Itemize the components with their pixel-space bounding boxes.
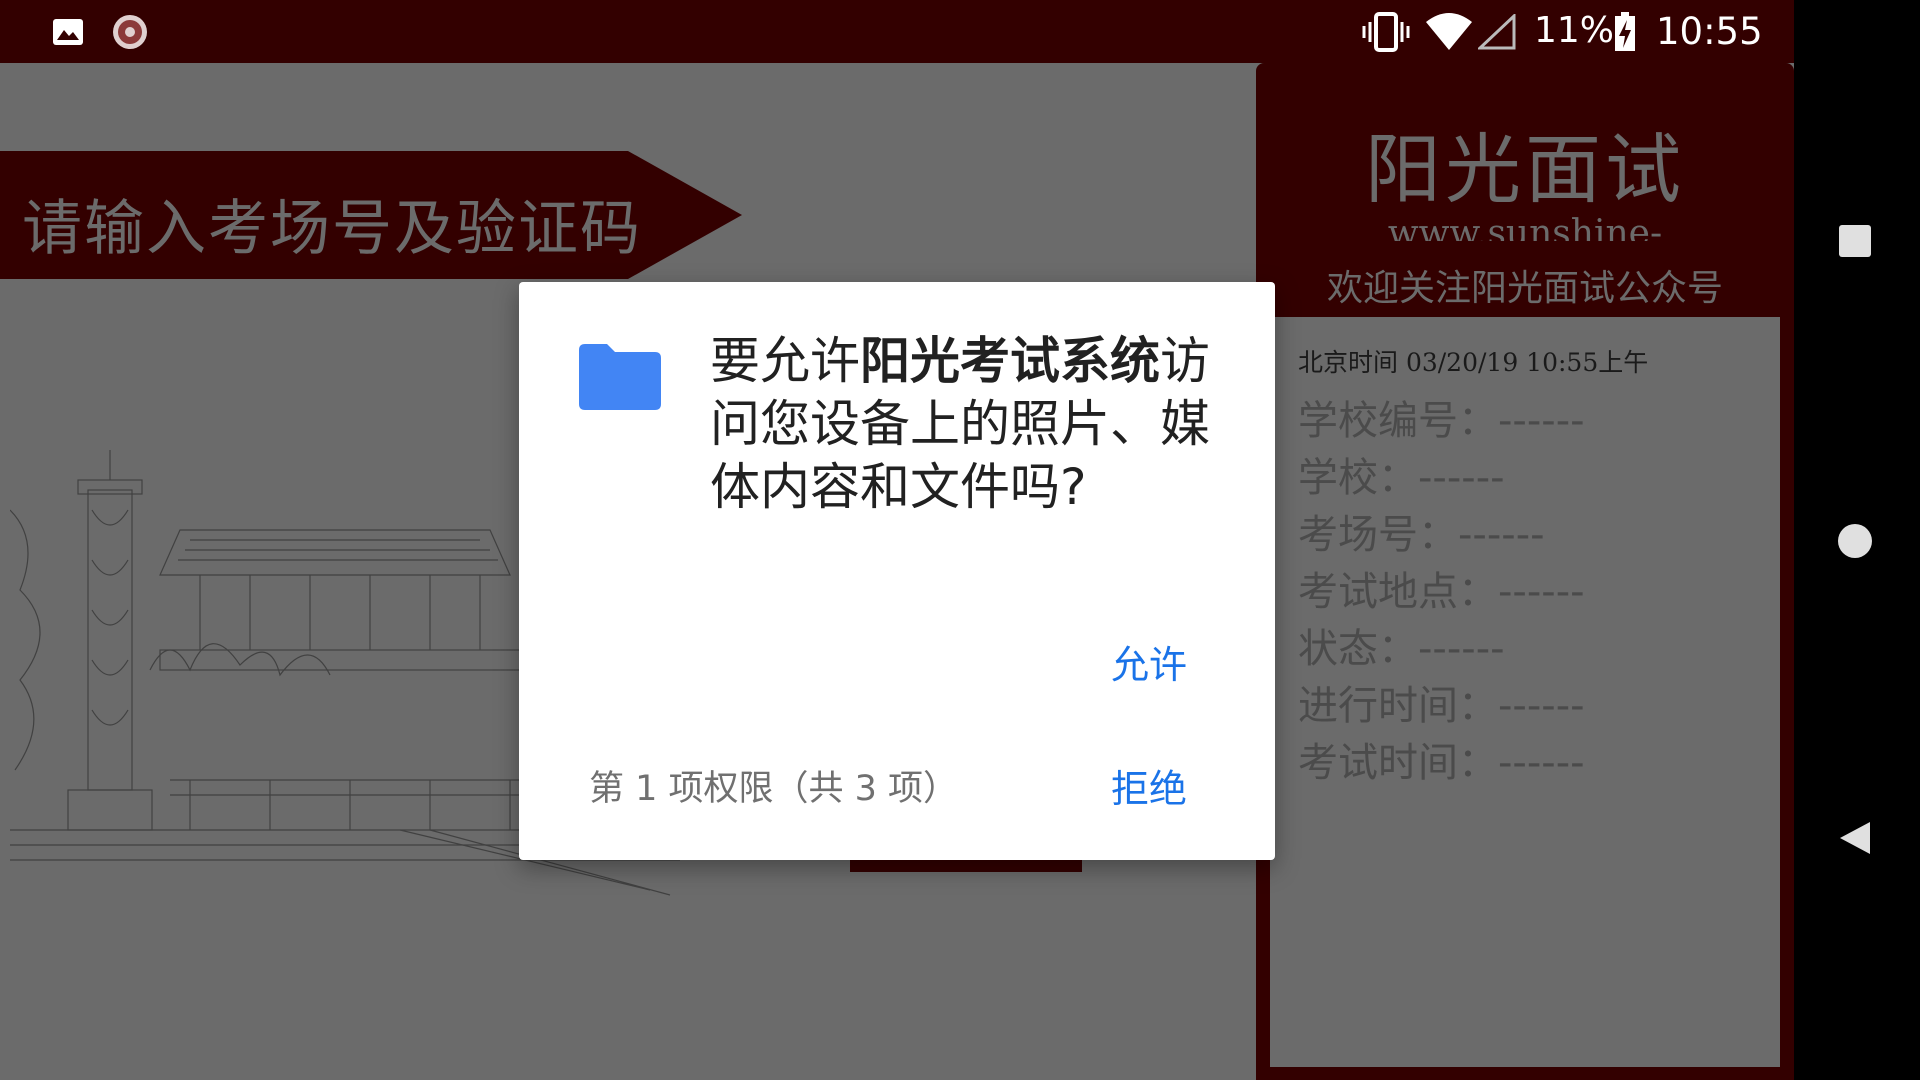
vibrate-icon [1362,12,1410,52]
home-circle-icon[interactable] [1836,522,1874,560]
field-room-number: 考场号：------ [1298,512,1545,558]
permission-counter: 第 1 项权限（共 3 项） [589,769,959,809]
panel-url: www.sunshine- [1387,213,1663,241]
exam-info-panel: 阳光面试 www.sunshine- 欢迎关注阳光面试公众号 北京时间 03/2… [1256,63,1794,1080]
field-school: 学校：------ [1298,455,1505,501]
deny-button[interactable]: 拒绝 [1111,758,1187,813]
banner-arrow-shape [628,151,742,279]
app-screen: 请输入考场号及验证码 阳光面试 www.sunshine- 欢迎关注阳光面试公众… [0,0,1794,1080]
field-exam-location: 考试地点：------ [1298,569,1585,615]
folder-icon [579,344,661,410]
signal-icon [1478,14,1516,50]
panel-url-clip: www.sunshine- [1256,213,1794,241]
app-name: 阳光考试系统 [860,332,1160,390]
navigation-bar [1794,0,1920,1080]
status-bar: 11% 10:55 [0,0,1794,63]
back-triangle-icon[interactable] [1834,818,1874,858]
recents-square-icon[interactable] [1838,224,1872,258]
beijing-datetime: 北京时间 03/20/19 10:55上午 [1298,348,1649,377]
field-exam-time: 考试时间：------ [1298,740,1585,786]
message-prefix: 要允许 [710,332,860,390]
field-status: 状态：------ [1298,626,1505,672]
panel-title: 阳光面试 [1365,125,1685,214]
field-school-id: 学校编号：------ [1298,398,1585,444]
record-disc-icon [113,15,147,49]
exam-field-list: 学校编号：------ 学校：------ 考场号：------ 考试地点：--… [1298,393,1585,792]
wifi-icon [1426,13,1472,50]
banner-text: 请输入考场号及验证码 [22,194,642,264]
clock-time: 10:55 [1656,10,1763,53]
image-icon [53,19,83,45]
allow-button[interactable]: 允许 [1111,634,1187,689]
battery-charging-icon [1615,12,1635,51]
field-elapsed-time: 进行时间：------ [1298,683,1585,729]
panel-subtitle: 欢迎关注阳光面试公众号 [1326,268,1723,309]
permission-dialog: 要允许阳光考试系统访问您设备上的照片、媒体内容和文件吗? 允许 第 1 项权限（… [519,282,1275,860]
battery-percent: 11% [1534,10,1615,51]
permission-message: 要允许阳光考试系统访问您设备上的照片、媒体内容和文件吗? [710,330,1230,519]
